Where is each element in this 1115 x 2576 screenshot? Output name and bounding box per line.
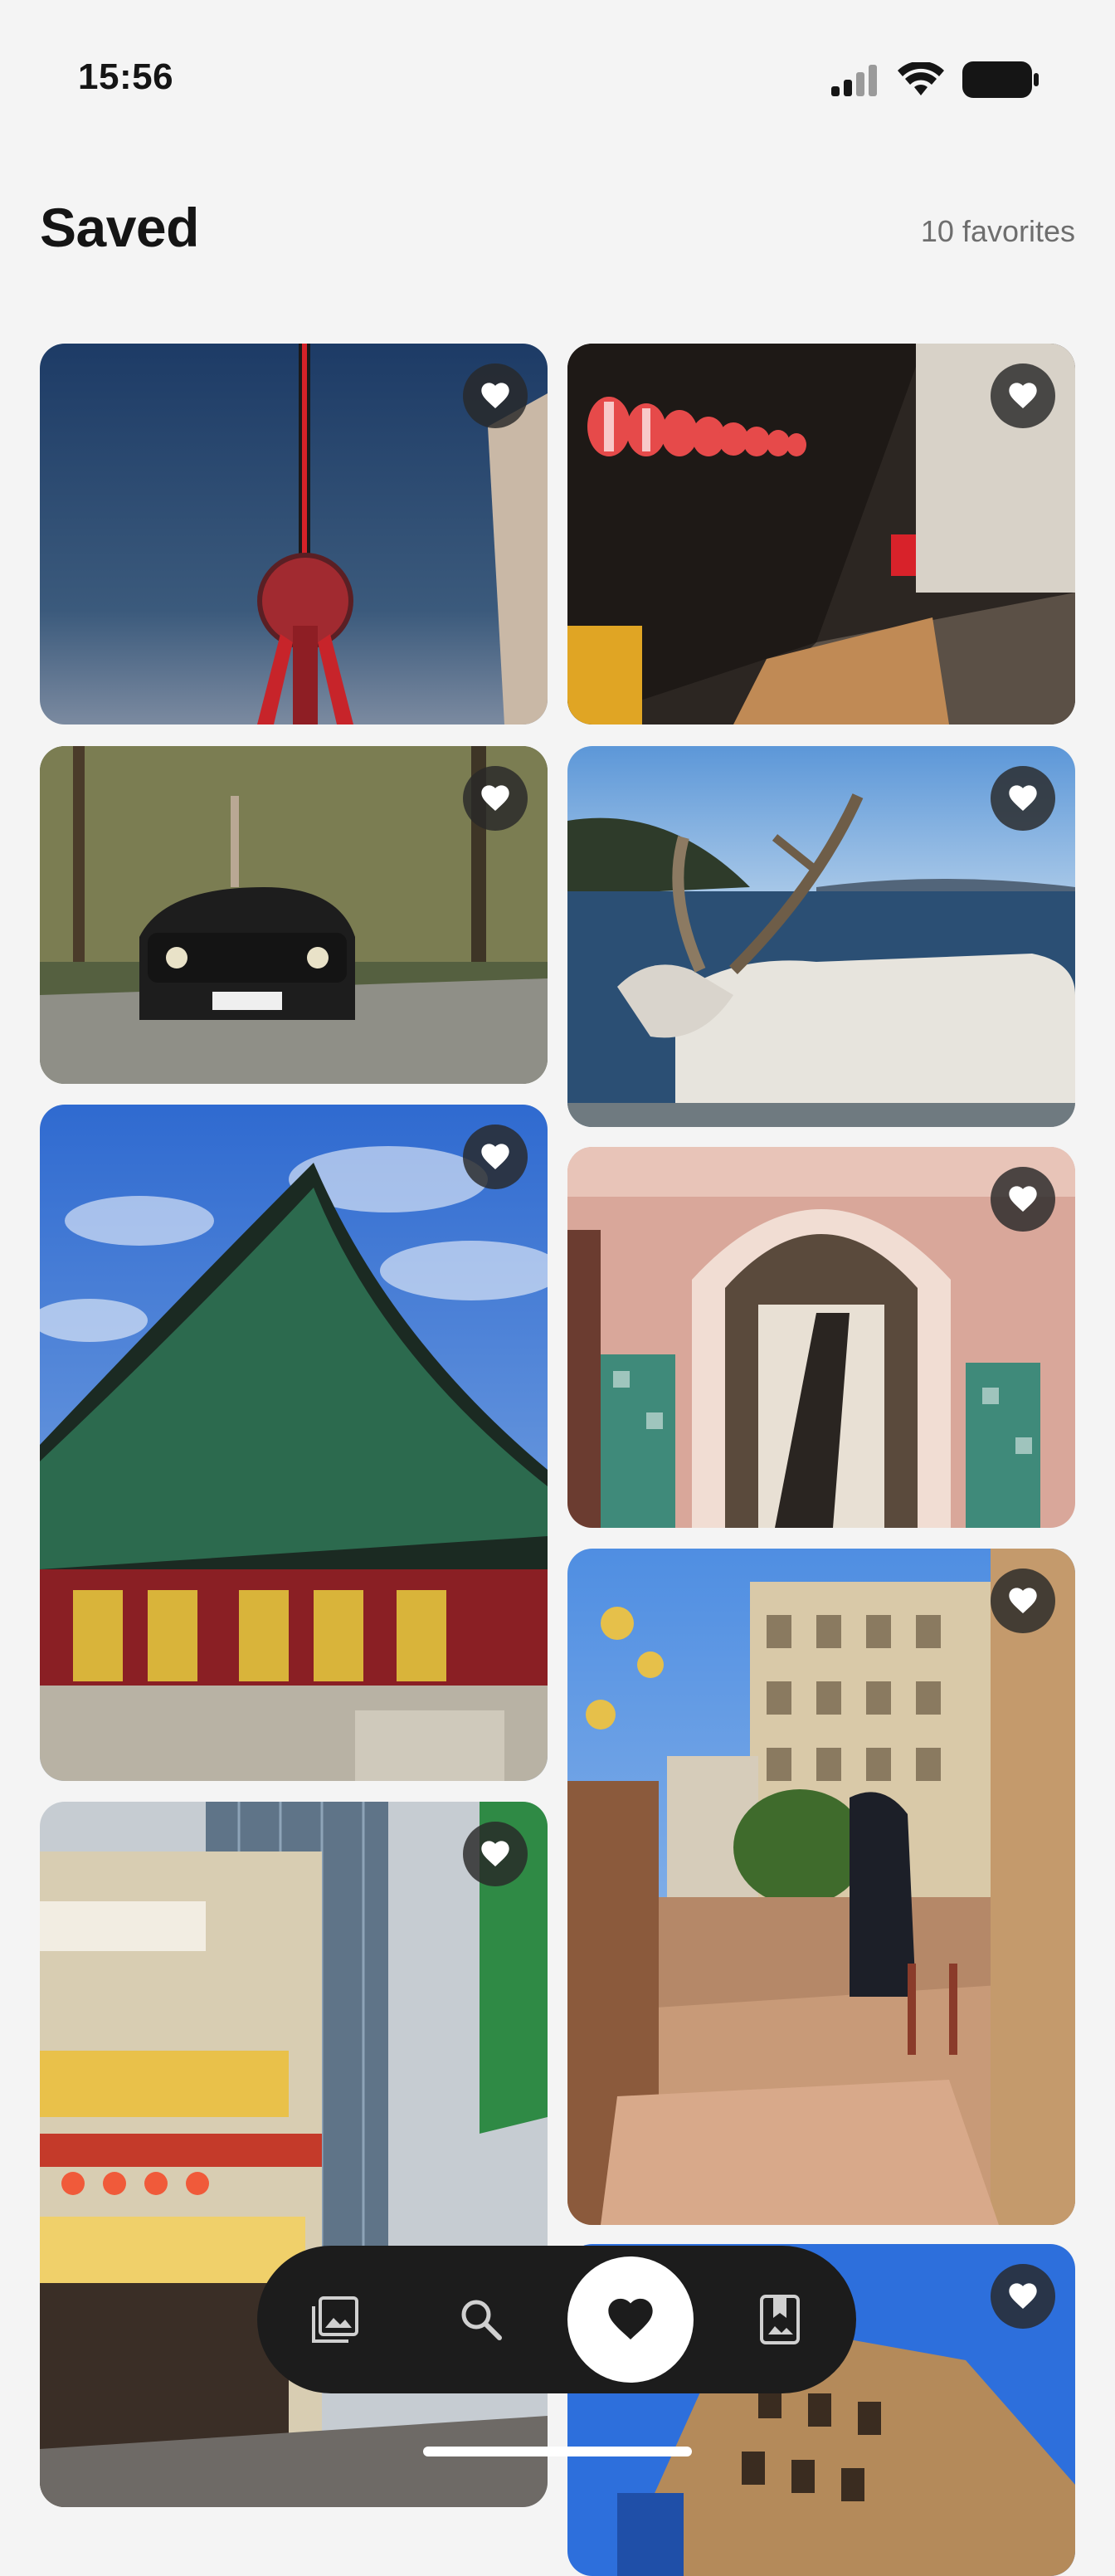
favorite-button[interactable] [991, 363, 1055, 428]
photo-tile[interactable] [567, 344, 1075, 724]
photo-temple [40, 1105, 548, 1781]
search-icon [461, 2300, 502, 2340]
gallery-icon [312, 2296, 358, 2343]
heart-icon [1009, 383, 1037, 408]
heart-icon [1009, 785, 1037, 811]
home-indicator [423, 2447, 692, 2456]
favorite-button[interactable] [463, 363, 528, 428]
status-time: 15:56 [78, 56, 174, 97]
heart-icon [481, 1841, 509, 1866]
nav-gallery-button[interactable] [277, 2246, 393, 2393]
status-bar: 15:56 [0, 0, 1115, 158]
nav-collections-button[interactable] [722, 2246, 838, 2393]
photo-cafe [567, 1549, 1075, 2225]
photo-tile[interactable] [40, 746, 548, 1084]
heart-icon [481, 1144, 509, 1169]
photo-tile[interactable] [40, 1105, 548, 1781]
signal-icon [831, 65, 877, 96]
nav-favorites-button[interactable] [567, 2256, 694, 2383]
favorites-count: 10 favorites [920, 214, 1075, 248]
favorite-button[interactable] [991, 1167, 1055, 1232]
photo-tile[interactable] [567, 746, 1075, 1127]
battery-icon [962, 61, 1039, 98]
photo-tile[interactable] [567, 1147, 1075, 1528]
favorite-button[interactable] [463, 1822, 528, 1886]
page-title: Saved [40, 197, 199, 258]
favorite-button[interactable] [991, 2264, 1055, 2329]
heart-icon [1009, 1186, 1037, 1212]
heart-icon [1009, 2283, 1037, 2309]
bottom-nav [257, 2246, 856, 2393]
status-icons [830, 61, 1039, 98]
favorite-button[interactable] [991, 1569, 1055, 1633]
heart-icon [1009, 1588, 1037, 1613]
heart-icon [481, 383, 509, 408]
favorite-button[interactable] [463, 766, 528, 831]
favorite-button[interactable] [991, 766, 1055, 831]
heart-icon [608, 2298, 653, 2339]
photo-tile[interactable] [40, 1802, 548, 2507]
heart-icon [481, 785, 509, 811]
wifi-icon [898, 62, 944, 95]
photo-tile[interactable] [567, 1549, 1075, 2225]
photo-tile[interactable] [40, 344, 548, 724]
favorite-button[interactable] [463, 1125, 528, 1189]
nav-search-button[interactable] [423, 2246, 539, 2393]
bookmark-icon [760, 2295, 800, 2344]
photo-izakaya [40, 1802, 548, 2507]
